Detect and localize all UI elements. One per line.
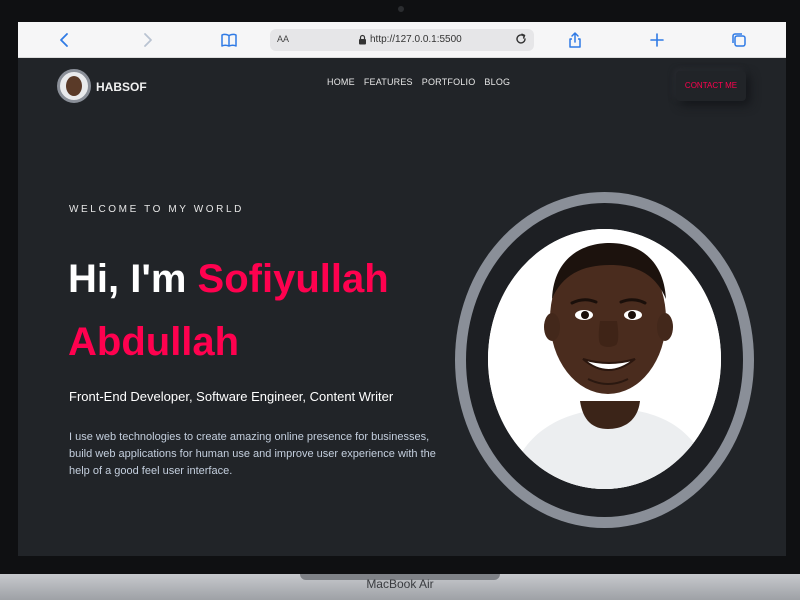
portrait-photo bbox=[488, 229, 721, 489]
nav-blog[interactable]: BLOG bbox=[484, 77, 510, 87]
hero-greeting: Hi, I'm bbox=[68, 257, 198, 301]
forward-icon[interactable] bbox=[138, 31, 156, 49]
laptop-frame: AA http://127.0.0.1:5500 HABSOF HOME FEA… bbox=[0, 0, 800, 600]
reload-icon[interactable] bbox=[514, 32, 528, 46]
address-bar[interactable]: AA http://127.0.0.1:5500 bbox=[270, 29, 534, 51]
nav-features[interactable]: FEATURES bbox=[364, 77, 413, 87]
person-illustration bbox=[488, 229, 721, 489]
site-header: HABSOF HOME FEATURES PORTFOLIO BLOG CONT… bbox=[18, 58, 786, 118]
tabs-icon[interactable] bbox=[730, 31, 748, 49]
nav-portfolio[interactable]: PORTFOLIO bbox=[422, 77, 476, 87]
portrait-inner-ring bbox=[466, 203, 743, 517]
contact-button[interactable]: CONTACT ME bbox=[676, 71, 746, 101]
back-icon[interactable] bbox=[56, 31, 74, 49]
browser-toolbar: AA http://127.0.0.1:5500 bbox=[18, 22, 786, 58]
avatar-face bbox=[66, 76, 82, 96]
brand-name[interactable]: HABSOF bbox=[96, 80, 147, 94]
url-text: http://127.0.0.1:5500 bbox=[370, 34, 462, 45]
nav-home[interactable]: HOME bbox=[327, 77, 355, 87]
bookmarks-icon[interactable] bbox=[220, 31, 238, 49]
welcome-eyebrow: WELCOME TO MY WORLD bbox=[69, 204, 244, 215]
hero-bio: I use web technologies to create amazing… bbox=[69, 431, 436, 477]
camera-icon bbox=[398, 6, 404, 12]
reader-aa-button[interactable]: AA bbox=[277, 34, 289, 44]
share-icon[interactable] bbox=[566, 31, 584, 49]
new-tab-icon[interactable] bbox=[648, 31, 666, 49]
lock-icon bbox=[358, 34, 367, 45]
device-label: MacBook Air bbox=[366, 577, 434, 591]
main-nav: HOME FEATURES PORTFOLIO BLOG bbox=[327, 77, 510, 87]
hero-name-last: Abdullah bbox=[68, 320, 240, 364]
hero-name-first: Sofiyullah bbox=[197, 257, 389, 301]
hero-roles: Front-End Developer, Software Engineer, … bbox=[69, 389, 394, 404]
portrait-frame bbox=[455, 192, 754, 528]
browser-window: AA http://127.0.0.1:5500 HABSOF HOME FEA… bbox=[18, 22, 786, 556]
avatar[interactable] bbox=[57, 69, 91, 103]
hero-title: Hi, I'm Sofiyullah Abdullah bbox=[68, 248, 488, 374]
